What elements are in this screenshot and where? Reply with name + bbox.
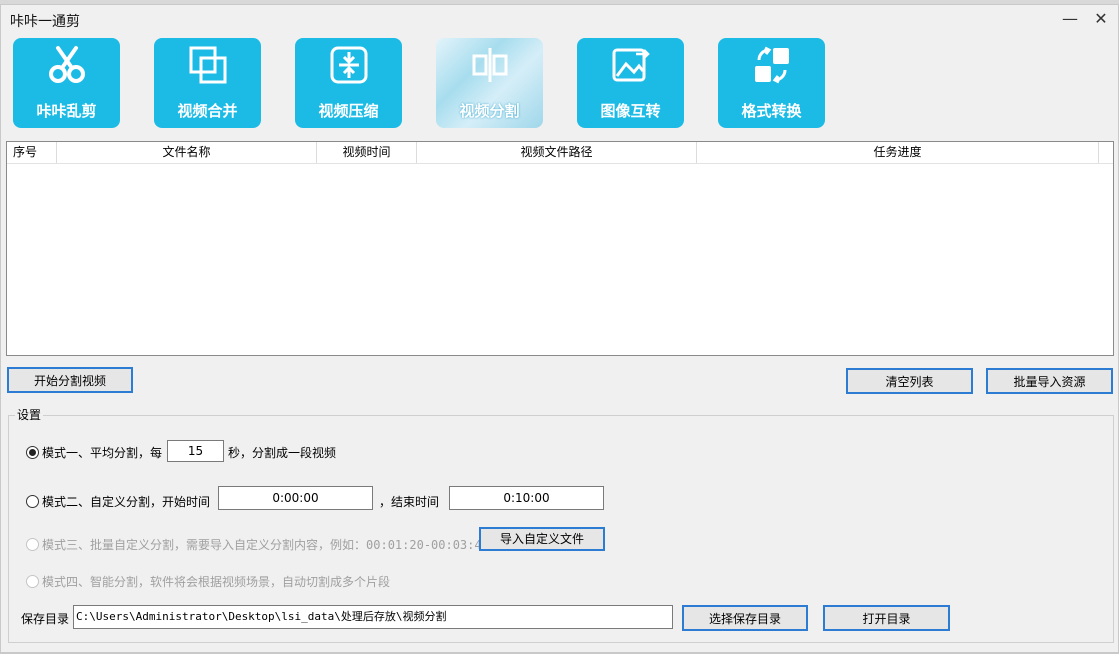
mode3-radio[interactable] bbox=[26, 538, 39, 551]
table-header: 序号 文件名称 视频时间 视频文件路径 任务进度 bbox=[7, 142, 1113, 164]
tool-format-convert[interactable]: 格式转换 bbox=[718, 38, 825, 128]
mode1-suffix: 秒，分割成一段视频 bbox=[228, 446, 337, 460]
start-split-button[interactable]: 开始分割视频 bbox=[7, 367, 133, 393]
col-index[interactable]: 序号 bbox=[7, 142, 57, 163]
mode2-end-time-input[interactable]: 0:10:00 bbox=[449, 486, 604, 510]
col-file-name[interactable]: 文件名称 bbox=[57, 142, 317, 163]
split-icon bbox=[472, 48, 508, 82]
save-dir-input[interactable]: C:\Users\Administrator\Desktop\lsi_data\… bbox=[73, 605, 673, 629]
window-title: 咔咔一通剪 bbox=[10, 14, 80, 30]
tool-label: 视频分割 bbox=[459, 102, 520, 120]
format-convert-icon bbox=[755, 46, 789, 84]
compress-icon bbox=[330, 46, 368, 84]
col-file-path[interactable]: 视频文件路径 bbox=[417, 142, 697, 163]
mode2-radio[interactable] bbox=[26, 495, 39, 508]
tool-video-split[interactable]: 视频分割 bbox=[436, 38, 543, 128]
mode1-option[interactable]: 模式一、平均分割，每 bbox=[26, 444, 162, 461]
choose-save-dir-button[interactable]: 选择保存目录 bbox=[682, 605, 808, 631]
tool-kaka-cut[interactable]: 咔咔乱剪 bbox=[13, 38, 120, 128]
mode2-start-time-input[interactable]: 0:00:00 bbox=[218, 486, 373, 510]
tool-label: 格式转换 bbox=[741, 102, 802, 120]
tool-video-merge[interactable]: 视频合并 bbox=[154, 38, 261, 128]
mode4-radio[interactable] bbox=[26, 575, 39, 588]
mode3-label: 模式三、批量自定义分割，需要导入自定义分割内容，例如： bbox=[42, 538, 367, 552]
clear-list-button[interactable]: 清空列表 bbox=[846, 368, 973, 394]
tool-label: 咔咔乱剪 bbox=[36, 102, 97, 120]
close-button[interactable]: ✕ bbox=[1088, 7, 1114, 31]
mode4-option[interactable]: 模式四、智能分割，软件将会根据视频场景，自动切割成多个片段 bbox=[26, 573, 390, 590]
mode1-label: 模式一、平均分割，每 bbox=[42, 446, 163, 460]
scissors-icon bbox=[49, 46, 85, 83]
tool-label: 视频合并 bbox=[177, 102, 238, 120]
col-progress[interactable]: 任务进度 bbox=[697, 142, 1099, 163]
batch-import-button[interactable]: 批量导入资源 bbox=[986, 368, 1113, 394]
tool-label: 视频压缩 bbox=[318, 102, 379, 120]
mode1-radio[interactable] bbox=[26, 446, 39, 459]
mode3-option[interactable]: 模式三、批量自定义分割，需要导入自定义分割内容，例如：00:01:20-00:0… bbox=[26, 536, 489, 553]
app-window: 咔咔一通剪 — ✕ 咔咔乱剪 视频合并 视频压缩 视频分割 图像互转 格式转换 … bbox=[0, 4, 1119, 654]
col-video-time[interactable]: 视频时间 bbox=[317, 142, 417, 163]
tool-image-convert[interactable]: 图像互转 bbox=[577, 38, 684, 128]
open-dir-button[interactable]: 打开目录 bbox=[823, 605, 950, 631]
mode2-option[interactable]: 模式二、自定义分割，开始时间 bbox=[26, 493, 210, 510]
merge-icon bbox=[189, 46, 227, 84]
settings-label: 设置 bbox=[15, 406, 44, 423]
image-convert-icon bbox=[612, 48, 650, 82]
import-custom-file-button[interactable]: 导入自定义文件 bbox=[479, 527, 605, 551]
mode4-label: 模式四、智能分割，软件将会根据视频场景，自动切割成多个片段 bbox=[42, 575, 391, 589]
save-dir-label: 保存目录 bbox=[21, 612, 70, 626]
mode3-example: 00:01:20-00:03:40 bbox=[366, 538, 489, 552]
tool-label: 图像互转 bbox=[600, 102, 661, 120]
mode1-seconds-input[interactable]: 15 bbox=[167, 440, 224, 462]
tool-video-compress[interactable]: 视频压缩 bbox=[295, 38, 402, 128]
minimize-button[interactable]: — bbox=[1057, 7, 1083, 31]
mode2-label: 模式二、自定义分割，开始时间 bbox=[42, 495, 211, 509]
file-table[interactable]: 序号 文件名称 视频时间 视频文件路径 任务进度 bbox=[6, 141, 1114, 356]
mode2-end-label: ，结束时间 bbox=[379, 495, 440, 509]
